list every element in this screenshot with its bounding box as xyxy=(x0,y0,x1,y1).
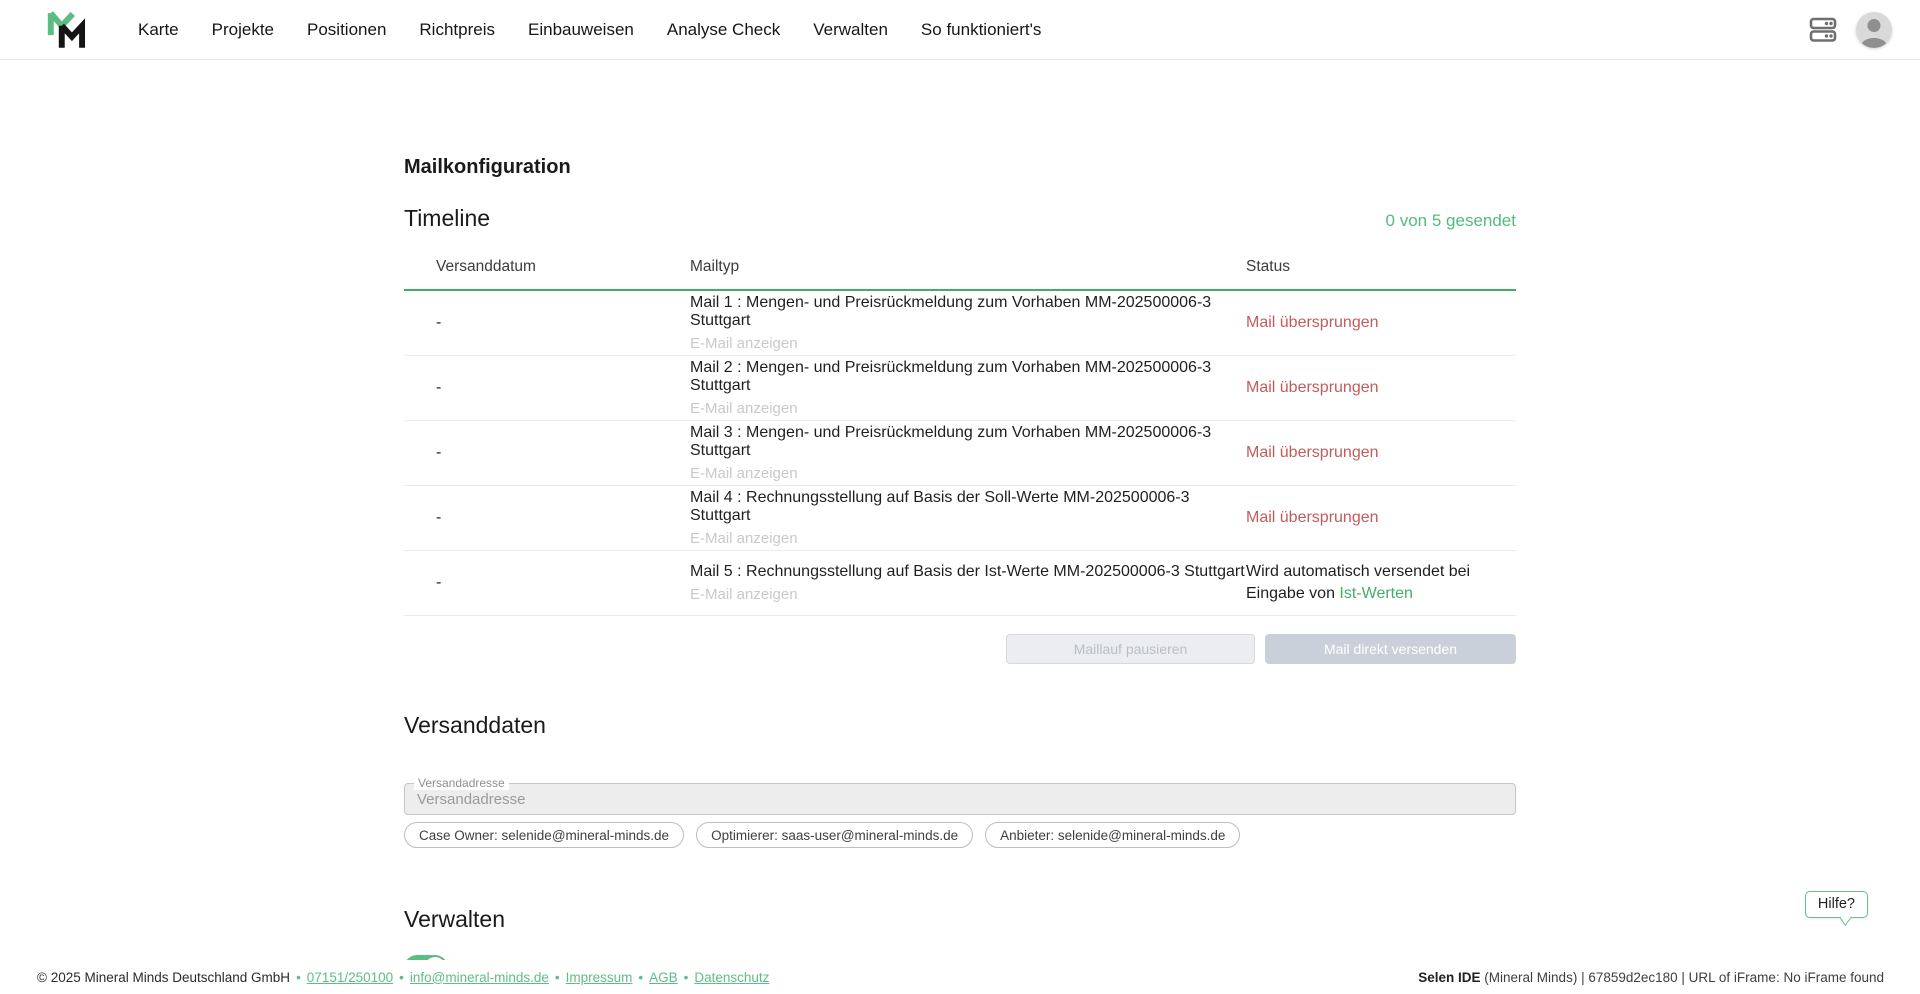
footer-separator: • xyxy=(555,970,560,985)
nav-item-karte[interactable]: Karte xyxy=(138,20,179,40)
sent-status-badge: 0 von 5 gesendet xyxy=(1386,211,1516,231)
col-versanddatum: Versanddatum xyxy=(436,258,690,276)
nav-item-positionen[interactable]: Positionen xyxy=(307,20,386,40)
nav-item-analyse-check[interactable]: Analyse Check xyxy=(667,20,780,40)
mailtyp-cell: Mail 5 : Rechnungsstellung auf Basis der… xyxy=(690,563,1246,604)
timeline-section: Timeline 0 von 5 gesendet Versanddatum M… xyxy=(404,205,1516,664)
col-status: Status xyxy=(1246,258,1516,276)
ist-werten-link[interactable]: Ist-Werten xyxy=(1339,585,1413,602)
mail-timeline-table: Versanddatum Mailtyp Status - Mail 1 : M… xyxy=(404,258,1516,616)
table-row: - Mail 4 : Rechnungsstellung auf Basis d… xyxy=(404,486,1516,551)
versandadresse-field-wrapper: Versandadresse xyxy=(404,783,1516,815)
table-body: - Mail 1 : Mengen- und Preisrückmeldung … xyxy=(404,291,1516,616)
copyright-text: © 2025 Mineral Minds Deutschland GmbH xyxy=(37,970,290,985)
main-content: Mailkonfiguration Timeline 0 von 5 gesen… xyxy=(404,156,1516,981)
nav-item-so-funktioniert-s[interactable]: So funktioniert's xyxy=(921,20,1041,40)
pause-maillauf-button[interactable]: Maillauf pausieren xyxy=(1006,634,1255,664)
versanddatum-value: - xyxy=(436,379,690,397)
recipient-chip: Case Owner: selenide@mineral-minds.de xyxy=(404,822,684,848)
footer-separator: • xyxy=(638,970,643,985)
show-email-link[interactable]: E-Mail anzeigen xyxy=(690,400,798,417)
status-cell: Mail übersprungen xyxy=(1246,312,1516,334)
versanddatum-value: - xyxy=(436,314,690,332)
footer-link-datenschutz[interactable]: Datenschutz xyxy=(694,970,769,985)
help-bubble-tail xyxy=(1840,911,1851,926)
main-menu: Karte Projekte Positionen Richtpreis Einbauw… xyxy=(138,20,1041,40)
mineral-minds-logo[interactable] xyxy=(44,7,88,53)
footer-link-info-mineral-minds-de[interactable]: info@mineral-minds.de xyxy=(410,970,549,985)
nav-item-richtpreis[interactable]: Richtpreis xyxy=(419,20,495,40)
help-button[interactable]: Hilfe? xyxy=(1805,891,1868,918)
versanddaten-heading: Versanddaten xyxy=(404,712,1516,739)
mailtyp-cell: Mail 4 : Rechnungsstellung auf Basis der… xyxy=(690,489,1246,548)
show-email-link[interactable]: E-Mail anzeigen xyxy=(690,530,798,547)
nav-item-einbauweisen[interactable]: Einbauweisen xyxy=(528,20,634,40)
avatar-body xyxy=(1861,38,1887,48)
page-title: Mailkonfiguration xyxy=(404,156,1516,179)
nav-item-projekte[interactable]: Projekte xyxy=(212,20,274,40)
show-email-link[interactable]: E-Mail anzeigen xyxy=(690,586,798,603)
status-cell: Wird automatisch versendet bei Eingabe v… xyxy=(1246,561,1516,604)
timeline-heading: Timeline xyxy=(404,205,490,232)
table-row: - Mail 3 : Mengen- und Preisrückmeldung … xyxy=(404,421,1516,486)
mailtyp-cell: Mail 2 : Mengen- und Preisrückmeldung zu… xyxy=(690,359,1246,418)
table-row: - Mail 2 : Mengen- und Preisrückmeldung … xyxy=(404,356,1516,421)
table-row: - Mail 5 : Rechnungsstellung auf Basis d… xyxy=(404,551,1516,616)
mail-title: Mail 3 : Mengen- und Preisrückmeldung zu… xyxy=(690,424,1246,460)
footer-separator: • xyxy=(684,970,689,985)
timeline-actions: Maillauf pausieren Mail direkt versenden xyxy=(404,634,1516,664)
footer-link-agb[interactable]: AGB xyxy=(649,970,678,985)
recipient-chips: Case Owner: selenide@mineral-minds.de Opt… xyxy=(404,822,1516,848)
ide-name: Selen IDE xyxy=(1418,970,1480,985)
show-email-link[interactable]: E-Mail anzeigen xyxy=(690,335,798,352)
recipient-chip: Optimierer: saas-user@mineral-minds.de xyxy=(696,822,973,848)
versandadresse-label: Versandadresse xyxy=(414,776,509,790)
footer-link-07151-250100[interactable]: 07151/250100 xyxy=(307,970,393,985)
footer: © 2025 Mineral Minds Deutschland GmbH • 0… xyxy=(0,960,1920,994)
verwalten-heading: Verwalten xyxy=(404,906,1516,933)
help-button-label: Hilfe? xyxy=(1818,896,1855,912)
top-navbar: Karte Projekte Positionen Richtpreis Einbauw… xyxy=(0,0,1920,60)
status-cell: Mail übersprungen xyxy=(1246,442,1516,464)
recipient-chip: Anbieter: selenide@mineral-minds.de xyxy=(985,822,1240,848)
footer-separator: • xyxy=(296,970,301,985)
table-row: - Mail 1 : Mengen- und Preisrückmeldung … xyxy=(404,291,1516,356)
user-avatar-icon[interactable] xyxy=(1856,12,1892,48)
table-header: Versanddatum Mailtyp Status xyxy=(404,258,1516,291)
navbar-right xyxy=(1808,12,1892,48)
mailtyp-cell: Mail 1 : Mengen- und Preisrückmeldung zu… xyxy=(690,294,1246,353)
status-cell: Mail übersprungen xyxy=(1246,507,1516,529)
versandadresse-input[interactable] xyxy=(405,784,1515,814)
ide-details: (Mineral Minds) | 67859d2ec180 | URL of … xyxy=(1481,970,1884,985)
mail-title: Mail 5 : Rechnungsstellung auf Basis der… xyxy=(690,563,1246,581)
card-reader-icon[interactable] xyxy=(1808,16,1838,43)
versanddatum-value: - xyxy=(436,509,690,527)
mailtyp-cell: Mail 3 : Mengen- und Preisrückmeldung zu… xyxy=(690,424,1246,483)
footer-separator: • xyxy=(399,970,404,985)
nav-item-verwalten[interactable]: Verwalten xyxy=(813,20,888,40)
footer-system-info: Selen IDE (Mineral Minds) | 67859d2ec180… xyxy=(1418,970,1884,985)
versanddatum-value: - xyxy=(436,574,690,592)
status-cell: Mail übersprungen xyxy=(1246,377,1516,399)
mail-title: Mail 1 : Mengen- und Preisrückmeldung zu… xyxy=(690,294,1246,330)
show-email-link[interactable]: E-Mail anzeigen xyxy=(690,465,798,482)
mail-title: Mail 4 : Rechnungsstellung auf Basis der… xyxy=(690,489,1246,525)
col-mailtyp: Mailtyp xyxy=(690,258,1246,276)
versanddatum-value: - xyxy=(436,444,690,462)
footer-link-impressum[interactable]: Impressum xyxy=(566,970,633,985)
footer-legal: © 2025 Mineral Minds Deutschland GmbH • 0… xyxy=(37,970,769,985)
send-mail-direct-button[interactable]: Mail direkt versenden xyxy=(1265,634,1516,664)
versanddaten-section: Versanddaten Versandadresse Case Owner: … xyxy=(404,712,1516,848)
mail-title: Mail 2 : Mengen- und Preisrückmeldung zu… xyxy=(690,359,1246,395)
avatar-head xyxy=(1868,19,1881,32)
